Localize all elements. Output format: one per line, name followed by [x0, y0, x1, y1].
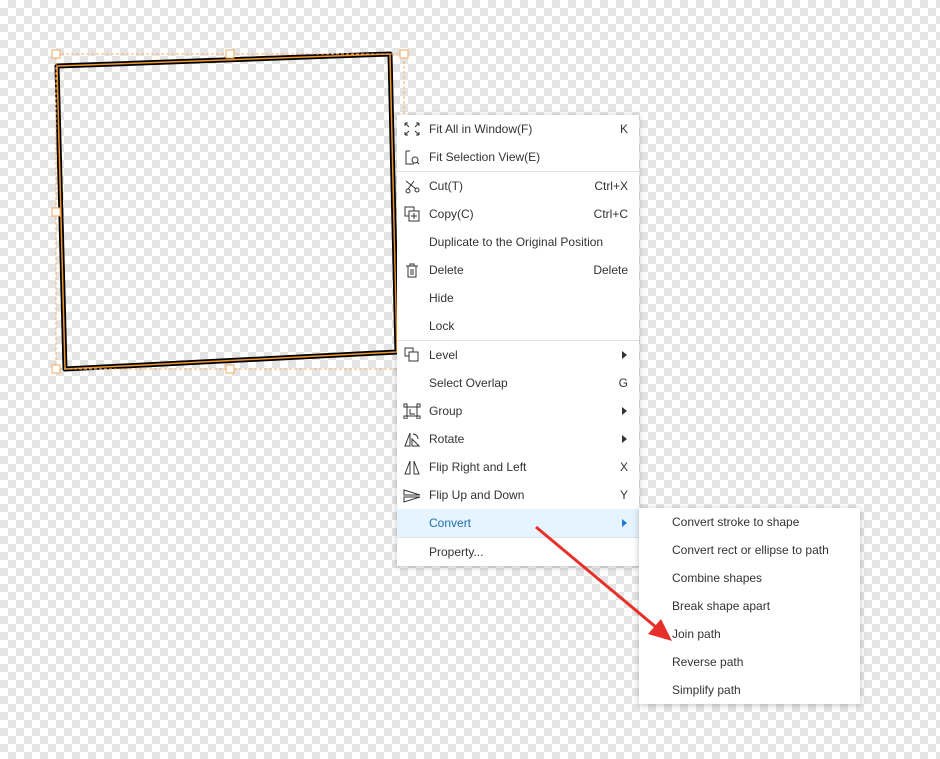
- submenu-item-simplify-path[interactable]: Simplify path: [639, 676, 860, 704]
- submenu-arrow-icon: [622, 407, 627, 415]
- menu-item-label: Lock: [429, 319, 455, 333]
- scissors-icon: [403, 178, 421, 194]
- level-icon: [403, 347, 421, 363]
- menu-item-label: Level: [429, 348, 458, 362]
- copy-icon: [403, 206, 421, 222]
- flip-vertical-icon: [403, 487, 421, 503]
- menu-item-duplicate-to-the-original-position[interactable]: Duplicate to the Original Position: [397, 228, 639, 256]
- menu-item-label: Duplicate to the Original Position: [429, 235, 604, 249]
- submenu-item-label: Combine shapes: [672, 571, 763, 585]
- menu-item-property[interactable]: Property...: [397, 538, 639, 566]
- submenu-item-join-path[interactable]: Join path: [639, 620, 860, 648]
- group-icon: [403, 403, 421, 420]
- shortcut-label: G: [618, 376, 628, 390]
- submenu-item-convert-stroke-to-shape[interactable]: Convert stroke to shape: [639, 508, 860, 536]
- menu-item-label: Rotate: [429, 432, 465, 446]
- menu-item-cut-t[interactable]: Cut(T) Ctrl+X: [397, 172, 639, 200]
- submenu-item-label: Convert rect or ellipse to path: [672, 543, 829, 557]
- context-menu: Fit All in Window(F) K Fit Selection View(…: [397, 115, 639, 566]
- submenu-item-convert-rect-or-ellipse-to-path[interactable]: Convert rect or ellipse to path: [639, 536, 860, 564]
- submenu-item-label: Simplify path: [672, 683, 741, 697]
- menu-item-label: Property...: [429, 545, 484, 559]
- menu-item-flip-up-and-down[interactable]: Flip Up and Down Y: [397, 481, 639, 509]
- menu-item-label: Flip Right and Left: [429, 460, 527, 474]
- trash-icon: [403, 262, 421, 278]
- rotate-icon: [403, 431, 421, 447]
- menu-item-label: Cut(T): [429, 179, 463, 193]
- convert-submenu: Convert stroke to shape Convert rect or e…: [639, 508, 860, 704]
- shortcut-label: Ctrl+X: [594, 179, 628, 193]
- resize-handle[interactable]: [51, 207, 61, 217]
- resize-handle[interactable]: [51, 364, 61, 374]
- fit-window-icon: [403, 121, 421, 137]
- shortcut-label: K: [619, 122, 628, 136]
- shortcut-label: Delete: [593, 263, 628, 277]
- selection-box: [55, 53, 405, 370]
- shortcut-label: X: [619, 460, 628, 474]
- submenu-item-reverse-path[interactable]: Reverse path: [639, 648, 860, 676]
- selected-rectangle-shape[interactable]: [54, 51, 400, 372]
- menu-item-label: Convert: [429, 516, 472, 530]
- resize-handle[interactable]: [225, 364, 235, 374]
- submenu-arrow-icon: [622, 351, 627, 359]
- menu-item-fit-all-in-window-f[interactable]: Fit All in Window(F) K: [397, 115, 639, 143]
- menu-item-label: Copy(C): [429, 207, 474, 221]
- menu-item-label: Fit All in Window(F): [429, 122, 533, 136]
- menu-item-label: Fit Selection View(E): [429, 150, 541, 164]
- submenu-item-break-shape-apart[interactable]: Break shape apart: [639, 592, 860, 620]
- shortcut-label: Ctrl+C: [593, 207, 628, 221]
- submenu-item-label: Break shape apart: [672, 599, 771, 613]
- menu-item-label: Group: [429, 404, 463, 418]
- shortcut-label: Y: [619, 488, 628, 502]
- resize-handle[interactable]: [399, 49, 409, 59]
- menu-item-hide[interactable]: Hide: [397, 284, 639, 312]
- menu-item-lock[interactable]: Lock: [397, 312, 639, 340]
- submenu-item-label: Reverse path: [672, 655, 744, 669]
- submenu-arrow-icon: [622, 435, 627, 443]
- resize-handle[interactable]: [51, 49, 61, 59]
- fit-selection-icon: [403, 149, 421, 165]
- menu-item-copy-c[interactable]: Copy(C) Ctrl+C: [397, 200, 639, 228]
- menu-item-rotate[interactable]: Rotate: [397, 425, 639, 453]
- submenu-item-label: Join path: [672, 627, 721, 641]
- submenu-arrow-icon: [622, 519, 627, 527]
- flip-horizontal-icon: [403, 459, 421, 475]
- menu-item-select-overlap[interactable]: Select Overlap G: [397, 369, 639, 397]
- submenu-item-label: Convert stroke to shape: [672, 515, 800, 529]
- resize-handle[interactable]: [225, 49, 235, 59]
- menu-item-label: Delete: [429, 263, 464, 277]
- menu-item-convert[interactable]: Convert: [397, 509, 639, 537]
- submenu-item-combine-shapes[interactable]: Combine shapes: [639, 564, 860, 592]
- menu-item-group[interactable]: Group: [397, 397, 639, 425]
- menu-item-delete[interactable]: Delete Delete: [397, 256, 639, 284]
- menu-item-label: Select Overlap: [429, 376, 508, 390]
- menu-item-flip-right-and-left[interactable]: Flip Right and Left X: [397, 453, 639, 481]
- menu-item-fit-selection-view-e[interactable]: Fit Selection View(E): [397, 143, 639, 171]
- menu-item-label: Hide: [429, 291, 454, 305]
- shape-inner-stroke: [56, 53, 398, 370]
- menu-item-level[interactable]: Level: [397, 341, 639, 369]
- menu-item-label: Flip Up and Down: [429, 488, 525, 502]
